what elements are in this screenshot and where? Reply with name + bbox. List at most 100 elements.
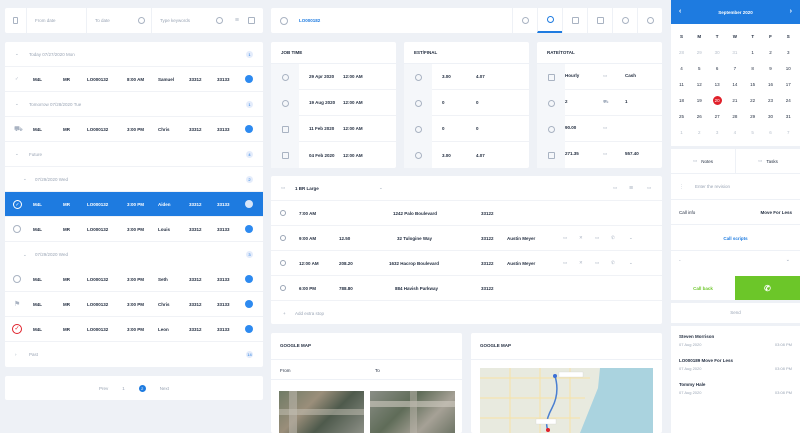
calendar-day[interactable]: 1 [744, 50, 761, 55]
calendar-day[interactable]: 15 [744, 82, 761, 87]
group-header[interactable]: ⌄ Today 07/27/2020 Mon 1 [5, 42, 263, 67]
est-row[interactable]: 00 [404, 90, 529, 116]
payment-method[interactable]: Cash [625, 73, 636, 78]
status-dot[interactable] [245, 125, 253, 133]
from-satellite-image[interactable] [279, 391, 364, 433]
calendar-day[interactable]: 18 [673, 98, 690, 103]
calendar-icon[interactable] [248, 17, 255, 24]
est-row[interactable]: 3.00 4.07 [404, 64, 529, 90]
status-dot[interactable] [245, 300, 253, 308]
to-date-input[interactable]: To date [87, 8, 152, 33]
calendar-day[interactable]: 2 [762, 50, 779, 55]
to-satellite-image[interactable] [370, 391, 455, 433]
calendar-day[interactable]: 19 [691, 98, 708, 103]
rate-type[interactable]: Hourly [565, 73, 579, 78]
chevron-down-icon[interactable]: ⌄ [629, 235, 633, 241]
group-header[interactable]: › Past 14 [5, 342, 263, 367]
calendar-day[interactable]: 31 [726, 50, 743, 55]
rate-row[interactable]: 271.35 ▭ 557.40 [537, 142, 662, 168]
calendar-day[interactable]: 28 [726, 114, 743, 119]
filter-icon[interactable]: ≡ [629, 185, 633, 192]
truck-selector[interactable]: ▭ 1 BR Large ⌄ ▭ ≡ ▭ [271, 176, 662, 201]
subgroup-header[interactable]: ⌄ 07/29/2020 Wed 3 [5, 242, 263, 267]
list-item[interactable]: M4L MR LO000132 3:00 PM Louis 33312 33133 [5, 217, 263, 242]
list-item[interactable]: M4L MR LO000132 3:00 PM Seth 33312 33133 [5, 267, 263, 292]
filter-icon[interactable]: ≡ [235, 17, 239, 24]
group-header[interactable]: ⌄ Tomorrow 07/28/2020 Tue 1 [5, 92, 263, 117]
call-scripts-link[interactable]: Call scripts [671, 236, 800, 241]
calendar-day[interactable]: 22 [744, 98, 761, 103]
trucks-count[interactable]: 1 [625, 99, 628, 104]
calendar-day[interactable]: 26 [691, 114, 708, 119]
location-pin-icon[interactable] [537, 8, 562, 33]
calendar-day[interactable]: 23 [762, 98, 779, 103]
company-name[interactable]: Move For Less [760, 210, 792, 215]
add-stop-button[interactable]: + Add extra stop [271, 301, 662, 326]
calendar-day[interactable]: 21 [726, 98, 743, 103]
rate-value[interactable]: 90.00 [565, 125, 576, 130]
eye-off-icon[interactable] [637, 8, 662, 33]
gear-icon[interactable] [512, 8, 537, 33]
send-button[interactable]: Send [671, 310, 800, 315]
from-date-input[interactable]: From date [27, 8, 87, 33]
calendar-day[interactable]: 14 [726, 82, 743, 87]
calendar-day[interactable]: 5 [691, 66, 708, 71]
rate-row[interactable]: 2 ⛟ 1 [537, 90, 662, 116]
calendar-day[interactable]: 9 [762, 66, 779, 71]
route-stop[interactable]: 7:00 AM 1242 Palo Boulevard 33122 [271, 201, 662, 226]
route-stop[interactable]: 6:00 PM 788.80 884 Havish Parkway 33122 [271, 276, 662, 301]
calendar-day[interactable]: 29 [744, 114, 761, 119]
chevron-down-icon[interactable]: ⌄ [379, 185, 383, 191]
list-item[interactable]: ✓ M4L MR LO000132 3:00 PM Leon 33312 33133 [5, 317, 263, 342]
calendar-day[interactable]: 11 [673, 82, 690, 87]
list-item[interactable]: ⚑ M4L MR LO000132 3:00 PM Chris 33312 33133 [5, 292, 263, 317]
edit-icon[interactable]: ▭ [595, 235, 599, 241]
prev-button[interactable]: Prev [99, 386, 108, 391]
calendar-day[interactable]: 31 [780, 114, 797, 119]
calendar-day[interactable]: 7 [726, 66, 743, 71]
calendar-icon[interactable]: ▭ [563, 235, 567, 241]
calendar-day[interactable]: 30 [762, 114, 779, 119]
calendar-day[interactable]: 16 [762, 82, 779, 87]
check-circle-icon[interactable] [280, 17, 288, 25]
calendar-day[interactable]: 25 [673, 114, 690, 119]
job-time-row[interactable]: 04 Feb 2020 12:00 AM [271, 142, 396, 168]
calendar-day[interactable]: 3 [709, 130, 726, 135]
page-1-button[interactable]: 1 [122, 386, 125, 391]
status-dot[interactable] [245, 325, 253, 333]
rate-row[interactable]: Hourly ▭ Cash [537, 64, 662, 90]
phone-call-button[interactable]: ✆ [735, 276, 800, 300]
phone-icon[interactable]: ✆ [611, 260, 615, 266]
chevron-down-icon[interactable]: ⌄ [629, 260, 633, 266]
chevron-left-icon[interactable]: ‹ [679, 8, 681, 15]
calendar-day[interactable]: 7 [780, 130, 797, 135]
keyword-input[interactable]: Type keywords ≡ [152, 8, 263, 33]
eye-icon[interactable] [612, 8, 637, 33]
chevron-right-icon[interactable]: › [790, 8, 792, 15]
job-time-row[interactable]: 19 Aug 2020 12:00 AM [271, 90, 396, 116]
calendar-day[interactable]: 4 [726, 130, 743, 135]
calendar-icon[interactable]: ▭ [563, 260, 567, 266]
job-time-row[interactable]: 29 Apr 2020 12:00 AM [271, 64, 396, 90]
calendar-day[interactable]: 4 [673, 66, 690, 71]
subgroup-header[interactable]: ⌄ 07/29/2020 Wed 2 [5, 167, 263, 192]
group-header[interactable]: ⌄ Future 4 [5, 142, 263, 167]
calendar-day[interactable]: 2 [691, 130, 708, 135]
calendar-icon[interactable] [5, 8, 27, 33]
edit-icon[interactable]: ▭ [595, 260, 599, 266]
current-page[interactable]: 2 [138, 384, 146, 392]
chevron-down-icon[interactable]: ⌄ [786, 257, 790, 263]
call-back-button[interactable]: Call back [671, 276, 735, 300]
search-icon[interactable] [216, 17, 223, 24]
calendar-day[interactable]: 12 [691, 82, 708, 87]
movers-count[interactable]: 2 [565, 99, 568, 104]
route-stop[interactable]: 12:00 AM 208.20 1632 Hacrop Boulevard 33122… [271, 251, 662, 276]
calendar-day[interactable]: 6 [709, 66, 726, 71]
revision-input[interactable]: ⋮ Enter the revision [671, 174, 800, 200]
search-icon[interactable] [138, 17, 145, 24]
calendar-day[interactable]: 8 [744, 66, 761, 71]
calendar-day[interactable]: 6 [762, 130, 779, 135]
calendar-day[interactable]: 5 [744, 130, 761, 135]
calendar-icon[interactable]: ▭ [647, 185, 651, 191]
calendar-day-today[interactable]: 20 [709, 98, 726, 103]
